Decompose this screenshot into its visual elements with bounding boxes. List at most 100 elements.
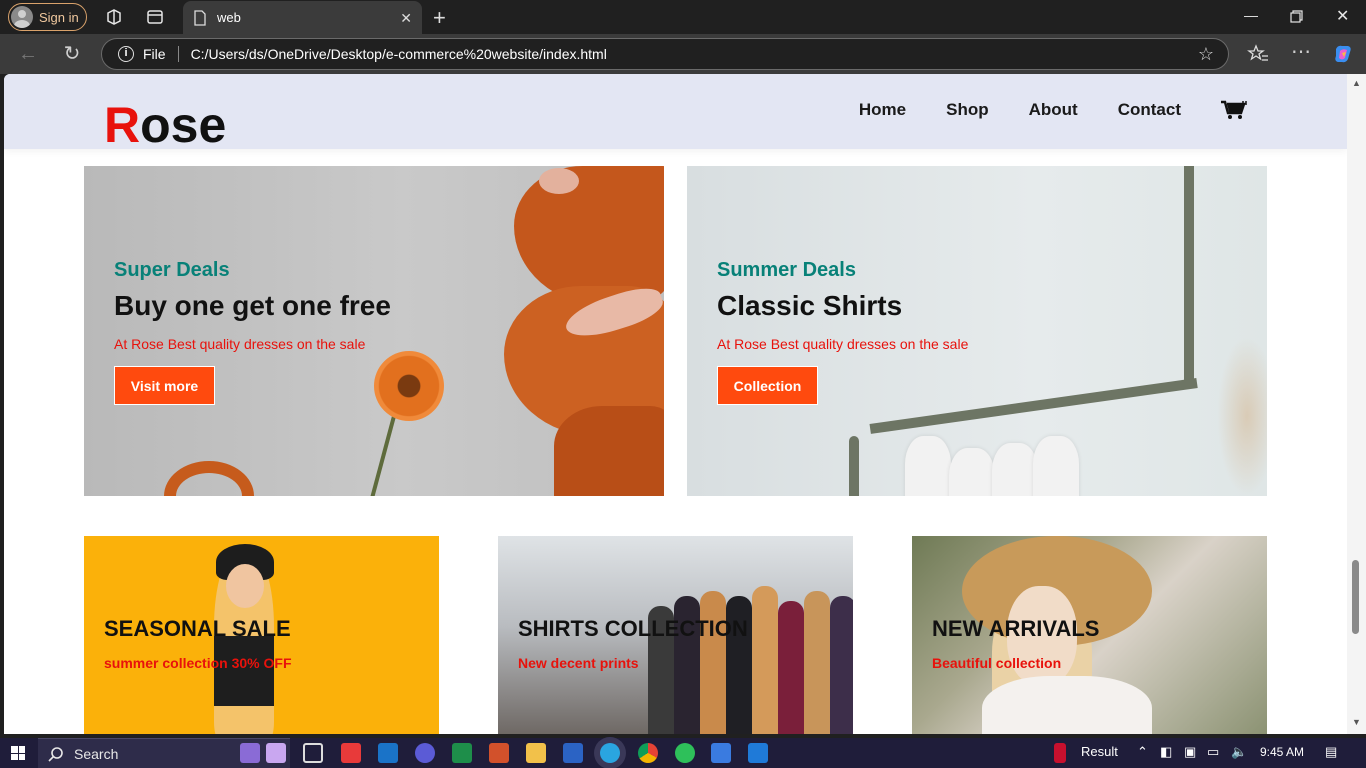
banner-super-deals: Super Deals Buy one get one free At Rose… [84, 166, 664, 496]
decor-shape [1033, 436, 1079, 496]
page-scrollbar[interactable]: ▲ ▼ [1347, 74, 1366, 734]
address-toolbar: ← ↻ i File C:/Users/ds/OneDrive/Desktop/… [0, 34, 1366, 74]
address-scheme: File [143, 46, 166, 62]
decor-shape [226, 564, 264, 608]
banner-summer-deals: Summer Deals Classic Shirts At Rose Best… [687, 166, 1267, 496]
vscode-icon[interactable] [748, 743, 768, 763]
camera-icon[interactable]: ◧ [1160, 744, 1172, 760]
address-url[interactable]: C:/Users/ds/OneDrive/Desktop/e-commerce%… [191, 46, 607, 62]
search-icon [48, 746, 63, 762]
app-icon[interactable] [266, 743, 286, 763]
windows-taskbar: Search Result ⌃ ◧ ▣ ▭ 🔈 9:45 AM ▤ [0, 738, 1366, 768]
decor-shape [804, 591, 830, 734]
decor-shape [949, 448, 995, 496]
excel-icon[interactable] [452, 743, 472, 763]
nav-contact[interactable]: Contact [1118, 100, 1181, 120]
word-icon[interactable] [563, 743, 583, 763]
banner-title: Classic Shirts [717, 290, 903, 321]
display-icon[interactable]: ▣ [1184, 744, 1196, 760]
tab-active[interactable]: web ✕ [183, 1, 422, 34]
battery-icon[interactable]: ▭ [1207, 744, 1219, 760]
decor-shape [164, 461, 254, 496]
scroll-up-icon[interactable]: ▲ [1352, 78, 1361, 88]
browser-titlebar: Sign in web ✕ + — ✕ [0, 0, 1366, 34]
decor-shape [374, 351, 444, 421]
decor-shape [514, 166, 664, 306]
decor-shape [752, 586, 778, 734]
banner-label: Summer Deals [717, 259, 856, 281]
decor-shape [539, 168, 579, 194]
address-bar[interactable]: i File C:/Users/ds/OneDrive/Desktop/e-co… [101, 38, 1229, 70]
edge-icon[interactable] [600, 743, 620, 763]
whatsapp-icon[interactable] [675, 743, 695, 763]
more-icon[interactable]: ⋯ [1290, 41, 1312, 63]
app-icon[interactable] [341, 743, 361, 763]
maximize-icon[interactable] [1290, 10, 1303, 23]
banner-title: Buy one get one free [114, 290, 391, 321]
store-icon[interactable] [711, 743, 731, 763]
banner-new-arrivals[interactable]: NEW ARRIVALS Beautiful collection [912, 536, 1267, 734]
visit-more-button[interactable]: Visit more [114, 366, 215, 405]
refresh-icon[interactable]: ↻ [61, 43, 83, 65]
notifications-icon[interactable]: ▤ [1325, 744, 1337, 760]
banner-label: Super Deals [114, 259, 230, 281]
nav-home[interactable]: Home [859, 100, 906, 120]
scroll-down-icon[interactable]: ▼ [1352, 717, 1361, 727]
decor-shape [1217, 336, 1267, 496]
volume-icon[interactable]: 🔈 [1231, 744, 1247, 760]
file-explorer-icon[interactable] [526, 743, 546, 763]
small-banner-subtitle: New decent prints [518, 655, 639, 671]
star-icon[interactable]: ☆ [1198, 44, 1214, 65]
favorites-icon[interactable] [1247, 43, 1269, 65]
cart-icon[interactable] [1221, 100, 1247, 120]
decor-shape [849, 436, 859, 496]
small-banner-subtitle: Beautiful collection [932, 655, 1062, 671]
nav-about[interactable]: About [1029, 100, 1078, 120]
news-icon[interactable] [1054, 743, 1066, 763]
outlook-icon[interactable] [378, 743, 398, 763]
small-banner-title: SEASONAL SALE [104, 616, 291, 641]
windows-icon[interactable] [11, 746, 25, 760]
page-viewport: Rose Home Shop About Contact Super Deals… [4, 74, 1347, 734]
clipchamp-icon[interactable] [240, 743, 260, 763]
info-icon[interactable]: i [118, 46, 134, 62]
decor-shape [700, 591, 726, 734]
decor-shape [905, 436, 951, 496]
main-nav: Home Shop About Contact [859, 100, 1247, 120]
chrome-icon[interactable] [638, 743, 658, 763]
app-icon[interactable] [415, 743, 435, 763]
task-view-icon[interactable] [303, 743, 323, 763]
minimize-icon[interactable]: — [1244, 7, 1258, 23]
close-icon[interactable]: ✕ [400, 10, 412, 27]
user-avatar-icon [11, 6, 33, 28]
banner-subtitle: At Rose Best quality dresses on the sale [114, 336, 366, 352]
tab-actions-icon[interactable] [145, 7, 165, 27]
result-label[interactable]: Result [1081, 744, 1118, 759]
site-header: Rose Home Shop About Contact [4, 74, 1347, 152]
page-icon [194, 9, 206, 26]
copilot-icon[interactable] [1332, 43, 1354, 65]
plus-icon[interactable]: + [433, 5, 446, 31]
tab-title: web [217, 10, 241, 25]
nav-shop[interactable]: Shop [946, 100, 989, 120]
site-logo[interactable]: Rose [104, 98, 226, 152]
small-banner-title: SHIRTS COLLECTION [518, 616, 748, 641]
decor-shape [214, 636, 274, 706]
collection-button[interactable]: Collection [717, 366, 818, 405]
powerpoint-icon[interactable] [489, 743, 509, 763]
banner-shirts-collection[interactable]: SHIRTS COLLECTION New decent prints [498, 536, 853, 734]
divider [177, 46, 179, 62]
sign-in-button[interactable]: Sign in [8, 3, 87, 31]
back-icon[interactable]: ← [17, 43, 39, 65]
workspaces-icon[interactable] [104, 7, 124, 27]
small-banner-title: NEW ARRIVALS [932, 616, 1100, 641]
scrollbar-thumb[interactable] [1352, 560, 1359, 634]
decor-shape [830, 596, 853, 734]
chevron-up-icon[interactable]: ⌃ [1137, 744, 1148, 760]
clock[interactable]: 9:45 AM [1260, 745, 1304, 759]
banner-seasonal-sale[interactable]: SEASONAL SALE summer collection 30% OFF [84, 536, 439, 734]
decor-shape [869, 378, 1198, 434]
decor-shape [982, 676, 1152, 734]
close-icon[interactable]: ✕ [1336, 6, 1349, 26]
decor-shape [992, 443, 1038, 496]
